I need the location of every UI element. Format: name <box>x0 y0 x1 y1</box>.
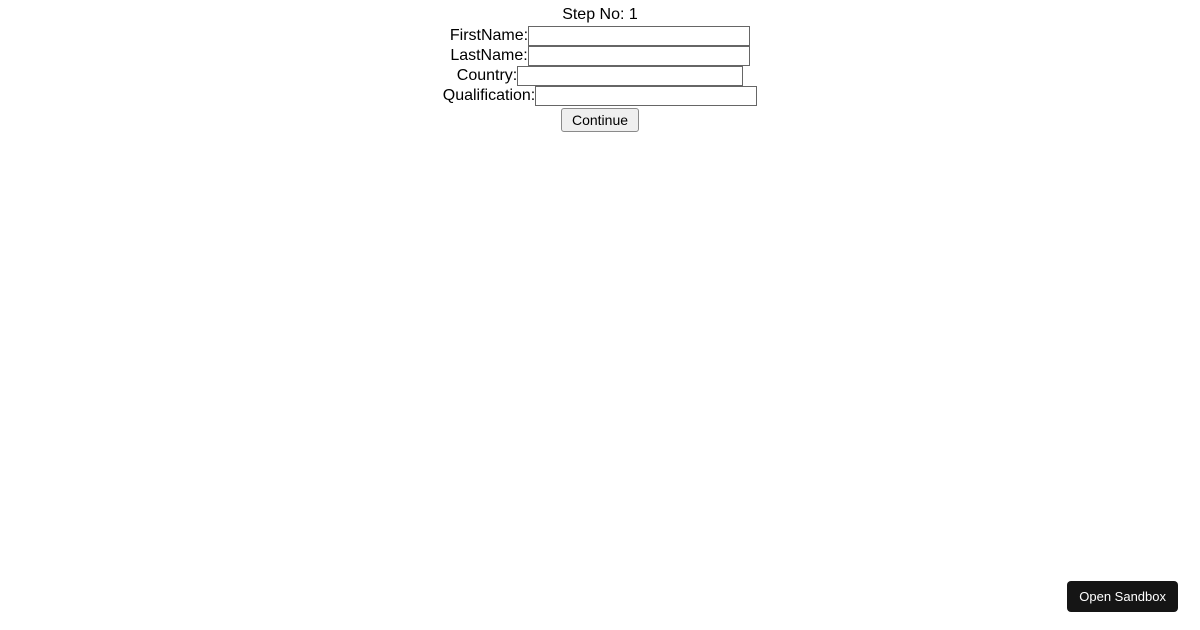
firstname-input[interactable] <box>528 26 750 46</box>
form-row-country: Country: <box>457 66 743 86</box>
form-row-firstname: FirstName: <box>450 26 750 46</box>
open-sandbox-button[interactable]: Open Sandbox <box>1067 581 1178 612</box>
form-row-lastname: LastName: <box>450 46 749 66</box>
firstname-label: FirstName: <box>450 28 528 44</box>
step-title: Step No: 1 <box>562 6 638 24</box>
form-container: Step No: 1 FirstName: LastName: Country:… <box>0 0 1200 132</box>
step-label-prefix: Step No: <box>562 6 629 23</box>
qualification-label: Qualification: <box>443 88 536 104</box>
step-number: 1 <box>629 6 638 23</box>
continue-button[interactable]: Continue <box>561 108 639 132</box>
lastname-input[interactable] <box>528 46 750 66</box>
country-label: Country: <box>457 68 517 84</box>
qualification-input[interactable] <box>535 86 757 106</box>
lastname-label: LastName: <box>450 48 527 64</box>
country-input[interactable] <box>517 66 743 86</box>
form-row-qualification: Qualification: <box>443 86 758 106</box>
